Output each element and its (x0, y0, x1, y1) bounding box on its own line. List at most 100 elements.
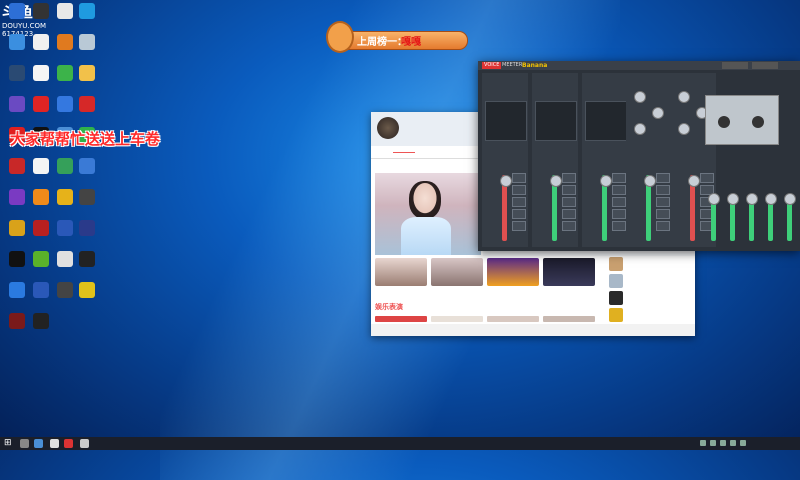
fader-knob[interactable] (644, 175, 656, 187)
thumbnail-4[interactable] (543, 258, 595, 286)
desktop-icon[interactable] (74, 96, 100, 126)
app-taskbar-icon[interactable] (80, 439, 89, 448)
bus-assign-button[interactable] (562, 221, 576, 231)
bus-assign-button[interactable] (512, 185, 526, 195)
desktop-icon[interactable] (74, 3, 100, 33)
pan-pad[interactable] (485, 101, 527, 141)
bus-assign-button[interactable] (562, 173, 576, 183)
thumbnail-3[interactable] (487, 258, 539, 286)
bus-assign-button[interactable] (656, 185, 670, 195)
bus-assign-button[interactable] (512, 197, 526, 207)
tray-icon[interactable] (740, 440, 746, 446)
voicemeeter-menu-button-1[interactable] (722, 62, 748, 69)
bus-assign-button[interactable] (656, 209, 670, 219)
list-item[interactable] (607, 273, 695, 289)
desktop-icon[interactable] (28, 220, 54, 250)
thumbnail-2[interactable] (431, 258, 483, 286)
voicemeeter-window[interactable]: VOICE MEETER Banana (478, 61, 800, 251)
desktop-icon[interactable] (74, 158, 100, 188)
desktop-icon[interactable] (74, 189, 100, 219)
desktop-icon[interactable] (4, 313, 30, 343)
tray-icon[interactable] (710, 440, 716, 446)
desktop-icon[interactable] (28, 282, 54, 312)
desktop-icon[interactable] (28, 158, 54, 188)
bus-fader-knob[interactable] (746, 193, 758, 205)
fader-knob[interactable] (500, 175, 512, 187)
bus-assign-button[interactable] (612, 185, 626, 195)
desktop-icon[interactable] (74, 65, 100, 95)
fader-knob[interactable] (600, 175, 612, 187)
desktop-icon[interactable] (28, 189, 54, 219)
cassette-recorder[interactable] (705, 95, 779, 145)
streamer-avatar[interactable] (377, 117, 399, 139)
desktop-icon[interactable] (28, 3, 54, 33)
desktop-icon[interactable] (4, 3, 30, 33)
cassette-reel-right (752, 116, 764, 128)
pan-pad[interactable] (585, 101, 627, 141)
bus-fader-knob[interactable] (784, 193, 796, 205)
desktop-icon[interactable] (28, 251, 54, 281)
desktop-icon[interactable] (4, 220, 30, 250)
section-thumb[interactable] (487, 316, 539, 322)
section-thumb[interactable] (375, 316, 427, 322)
rank-pill: 上周榜一： 嘎嘎 (340, 31, 468, 50)
bus-fader-knob[interactable] (765, 193, 777, 205)
featured-video-player[interactable] (375, 173, 481, 255)
desktop-icon[interactable] (4, 158, 30, 188)
desktop-icon[interactable] (4, 65, 30, 95)
desktop-icon[interactable] (4, 34, 30, 64)
eq-knob[interactable] (634, 91, 646, 103)
desktop-icon[interactable] (28, 65, 54, 95)
desktop-icon[interactable] (4, 282, 30, 312)
section-thumb[interactable] (543, 316, 595, 322)
eq-knob[interactable] (678, 91, 690, 103)
bus-assign-button[interactable] (656, 197, 670, 207)
bus-assign-button[interactable] (612, 221, 626, 231)
bus-assign-button[interactable] (562, 197, 576, 207)
desktop-icon[interactable] (74, 251, 100, 281)
fader-knob[interactable] (688, 175, 700, 187)
list-item-thumb (609, 257, 623, 271)
list-item[interactable] (607, 256, 695, 272)
fader-knob[interactable] (550, 175, 562, 187)
thumbnail-1[interactable] (375, 258, 427, 286)
tray-icon[interactable] (720, 440, 726, 446)
tab-2[interactable] (393, 152, 415, 153)
desktop-icon[interactable] (4, 189, 30, 219)
bus-assign-button[interactable] (562, 185, 576, 195)
tray-icon[interactable] (700, 440, 706, 446)
bus-fader-knob[interactable] (727, 193, 739, 205)
windows-start-icon[interactable]: ⊞ (4, 439, 13, 448)
bus-assign-button[interactable] (562, 209, 576, 219)
bus-assign-button[interactable] (612, 209, 626, 219)
desktop-icon[interactable] (28, 34, 54, 64)
bus-assign-button[interactable] (656, 173, 670, 183)
chrome-taskbar-icon[interactable] (50, 439, 59, 448)
bus-assign-button[interactable] (612, 197, 626, 207)
voicemeeter-taskbar-icon[interactable] (64, 439, 73, 448)
bus-assign-button[interactable] (512, 173, 526, 183)
eq-knob[interactable] (652, 107, 664, 119)
tray-icon[interactable] (730, 440, 736, 446)
list-item[interactable] (607, 290, 695, 306)
voicemeeter-menu-button-2[interactable] (752, 62, 778, 69)
section-thumb[interactable] (431, 316, 483, 322)
search-icon[interactable] (20, 439, 29, 448)
desktop-icon[interactable] (4, 96, 30, 126)
bus-fader-knob[interactable] (708, 193, 720, 205)
pan-pad[interactable] (535, 101, 577, 141)
eq-knob[interactable] (678, 123, 690, 135)
bus-assign-button[interactable] (512, 221, 526, 231)
bus-assign-button[interactable] (612, 173, 626, 183)
desktop-icon[interactable] (28, 96, 54, 126)
desktop-icon[interactable] (74, 34, 100, 64)
bus-assign-button[interactable] (656, 221, 670, 231)
desktop-icon[interactable] (4, 251, 30, 281)
desktop-icon[interactable] (74, 282, 100, 312)
task-view-icon[interactable] (34, 439, 43, 448)
bus-assign-button[interactable] (512, 209, 526, 219)
eq-knob[interactable] (634, 123, 646, 135)
game-icon (9, 96, 25, 112)
desktop-icon[interactable] (74, 220, 100, 250)
desktop-icon[interactable] (28, 313, 54, 343)
